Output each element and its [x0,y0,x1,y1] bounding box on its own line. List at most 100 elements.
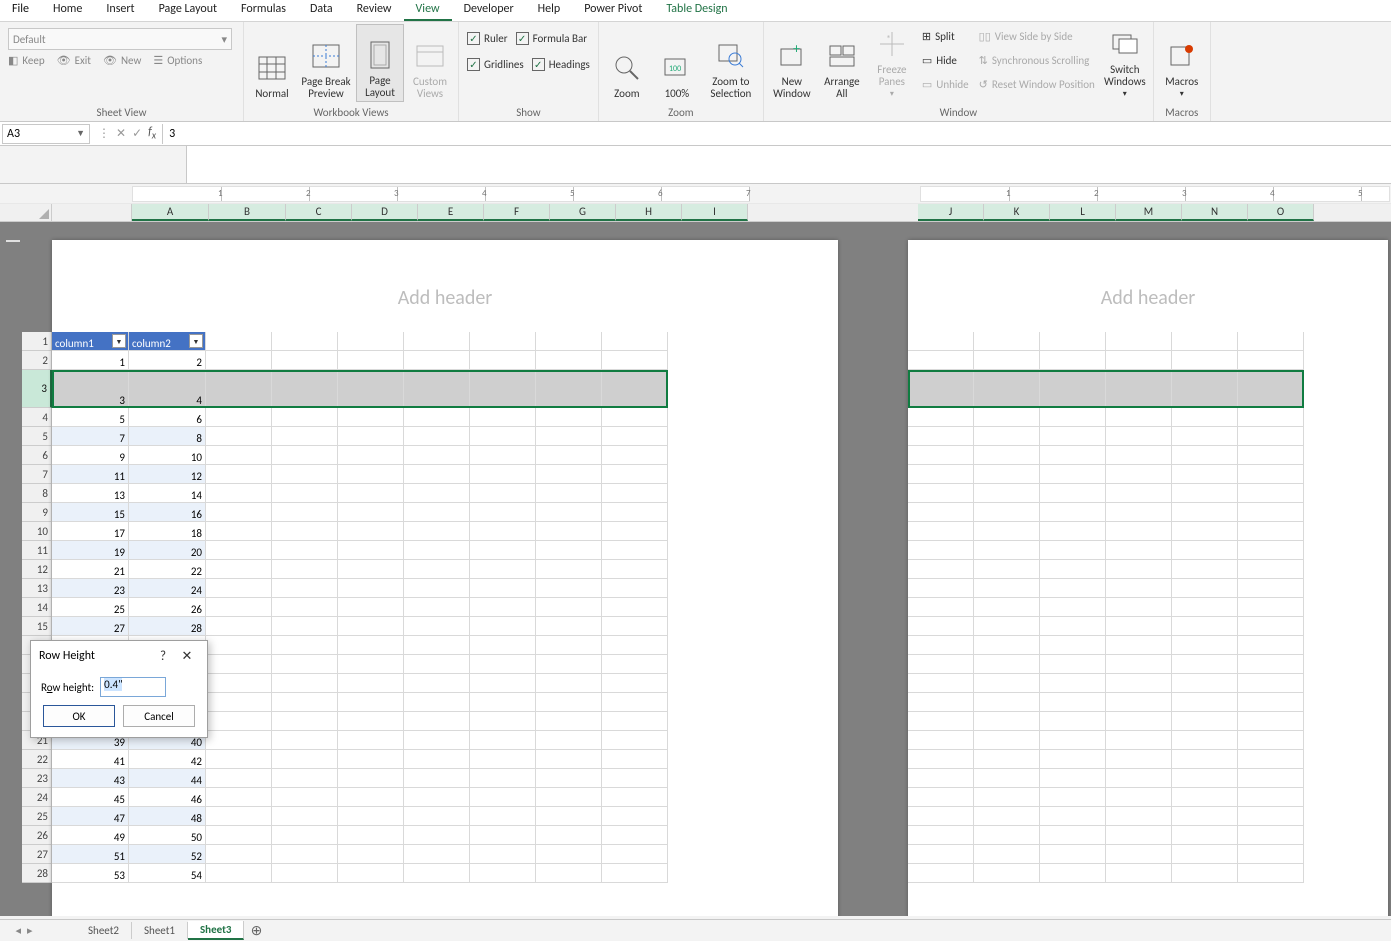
cell[interactable] [908,807,974,826]
cell[interactable] [1040,427,1106,446]
cell[interactable] [536,655,602,674]
cell[interactable] [404,465,470,484]
cell[interactable] [1172,750,1238,769]
cell[interactable] [272,807,338,826]
cell[interactable] [602,484,668,503]
cell[interactable] [404,560,470,579]
cell[interactable]: 46 [129,788,206,807]
cell[interactable] [1172,864,1238,883]
cell[interactable] [470,332,536,351]
tab-page-layout[interactable]: Page Layout [147,0,229,21]
cell[interactable] [1106,807,1172,826]
cell[interactable] [272,674,338,693]
cell[interactable] [206,351,272,370]
cell[interactable]: 48 [129,807,206,826]
cell[interactable] [1238,807,1304,826]
cell[interactable] [206,693,272,712]
cell[interactable]: 8 [129,427,206,446]
cell[interactable]: 2 [129,351,206,370]
row-header[interactable]: 3 [22,370,52,408]
cell[interactable] [1238,655,1304,674]
cell[interactable] [602,503,668,522]
cell[interactable]: 17 [52,522,129,541]
row-header[interactable]: 15 [22,617,52,636]
cell[interactable] [908,446,974,465]
cell[interactable] [404,731,470,750]
dialog-help-button[interactable]: ? [151,649,175,664]
row-header[interactable]: 22 [22,750,52,769]
cell[interactable] [338,332,404,351]
cell[interactable] [1172,484,1238,503]
cell[interactable] [1238,845,1304,864]
cell[interactable] [338,826,404,845]
cell[interactable] [1238,560,1304,579]
cell[interactable] [470,427,536,446]
cell[interactable] [206,427,272,446]
row-header[interactable]: 10 [22,522,52,541]
cell[interactable] [974,465,1040,484]
column-header-A[interactable]: A [132,204,209,221]
cell[interactable] [470,484,536,503]
sheet-tab-sheet3[interactable]: Sheet3 [188,921,245,940]
cell[interactable] [1172,636,1238,655]
cell[interactable] [974,731,1040,750]
cell[interactable] [404,845,470,864]
cell[interactable] [536,370,602,408]
cell[interactable] [1040,864,1106,883]
ok-button[interactable]: OK [43,705,115,727]
cell[interactable] [1040,617,1106,636]
cell[interactable] [1238,427,1304,446]
cell[interactable]: 22 [129,560,206,579]
cell[interactable] [974,636,1040,655]
cell[interactable] [404,598,470,617]
cell[interactable] [1172,769,1238,788]
tab-power-pivot[interactable]: Power Pivot [572,0,654,21]
cell[interactable] [206,503,272,522]
cell[interactable] [404,408,470,427]
cell[interactable] [1106,731,1172,750]
cell[interactable] [908,693,974,712]
gridlines-checkbox[interactable]: ✓Gridlines [463,52,528,76]
row-header[interactable]: 12 [22,560,52,579]
cell[interactable] [1172,617,1238,636]
cell[interactable] [404,541,470,560]
cell[interactable] [1040,750,1106,769]
cell[interactable] [1172,693,1238,712]
cell[interactable] [602,636,668,655]
cell[interactable] [404,788,470,807]
cell[interactable] [1040,731,1106,750]
cell[interactable] [404,712,470,731]
tab-formulas[interactable]: Formulas [229,0,298,21]
cell[interactable] [1238,826,1304,845]
cell[interactable] [1040,579,1106,598]
cell[interactable] [470,522,536,541]
cell[interactable] [908,636,974,655]
cell[interactable] [1172,351,1238,370]
cell[interactable] [206,845,272,864]
cell[interactable] [1106,674,1172,693]
cell[interactable] [908,864,974,883]
cell[interactable] [1040,408,1106,427]
cell[interactable] [908,408,974,427]
cell[interactable] [1106,484,1172,503]
cell[interactable] [1238,636,1304,655]
cell[interactable] [1172,674,1238,693]
cell[interactable] [974,674,1040,693]
cell[interactable] [272,712,338,731]
hide-button[interactable]: ▭Hide [918,48,973,72]
cell[interactable] [908,826,974,845]
cell[interactable] [602,693,668,712]
cell[interactable] [338,503,404,522]
cell[interactable]: 53 [52,864,129,883]
cell[interactable] [602,351,668,370]
cell[interactable] [536,769,602,788]
cell[interactable] [1106,541,1172,560]
cell[interactable] [1238,769,1304,788]
cell[interactable] [974,769,1040,788]
cell[interactable]: 23 [52,579,129,598]
cell[interactable] [206,484,272,503]
cell[interactable] [908,617,974,636]
cell[interactable] [1040,446,1106,465]
row-header[interactable]: 26 [22,826,52,845]
cell[interactable] [1106,332,1172,351]
